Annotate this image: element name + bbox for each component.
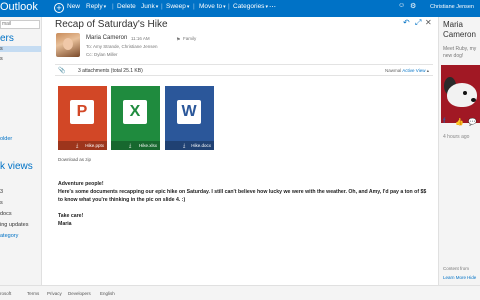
attachment-name: Hike.docx (165, 141, 214, 150)
excel-icon: X (123, 100, 147, 124)
new-folder-link[interactable]: older (0, 136, 12, 142)
download-as-zip-link[interactable]: Download as zip (58, 157, 91, 162)
view-item[interactable]: s (0, 200, 3, 206)
footer-privacy-link[interactable]: Privacy (47, 291, 62, 296)
chevron-down-icon: ▾ (155, 4, 159, 10)
footer-copyright: rosoft (0, 291, 12, 296)
left-navigation: mail ers s s older k views 3 s docs ing … (0, 17, 42, 300)
category-label[interactable]: Family (183, 36, 196, 41)
dog-head (447, 83, 477, 107)
comment-icon[interactable]: 💬 (468, 118, 477, 126)
content-source-label: Content from (443, 266, 470, 271)
user-name[interactable]: Christiane Jensen (430, 4, 474, 10)
attachment-tile-pptx[interactable]: P Hike.pptx ⤓ (58, 86, 107, 150)
new-icon[interactable]: + (54, 3, 64, 13)
app-brand[interactable]: Outlook (0, 1, 38, 13)
reply-label: Reply (86, 3, 103, 10)
new-category-link[interactable]: ategory (0, 233, 18, 239)
people-pane: Maria Cameron Meet Ruby, my new dog! f 👍 … (438, 17, 480, 285)
quick-views-heading[interactable]: k views (0, 161, 33, 172)
body-signature: Maria (58, 221, 72, 227)
footer: rosoft Terms Privacy Developers English (0, 285, 480, 300)
body-greeting: Adventure people! (58, 181, 104, 187)
top-command-bar: Outlook + New Reply▾ | Delete Junk▾ | Sw… (0, 0, 480, 17)
chat-icon[interactable]: ☺ (398, 2, 405, 9)
sender-name[interactable]: Maria Cameron (86, 35, 127, 41)
attachments-summary: 3 attachments (total 25.1 KB) (78, 68, 143, 74)
paperclip-icon: 📎 (58, 68, 66, 74)
dog-nose (471, 98, 476, 102)
hide-link[interactable]: Hide (467, 275, 476, 280)
search-input[interactable]: mail (0, 20, 40, 29)
word-icon: W (177, 100, 201, 124)
update-time: 4 hours ago (443, 134, 470, 140)
reply-icon[interactable]: ↶ (403, 18, 410, 27)
view-prefix: Nawmal (385, 68, 402, 73)
download-icon[interactable]: ⤓ (183, 143, 185, 149)
body-signoff: Take care! (58, 213, 84, 219)
junk-label: Junk (141, 3, 155, 10)
view-item-documents[interactable]: docs (0, 211, 12, 217)
facebook-icon[interactable]: f (443, 118, 445, 125)
social-update-text: Meet Ruby, my new dog! (443, 46, 477, 59)
attachments-bar: 📎 3 attachments (total 25.1 KB) Nawmal A… (55, 64, 433, 76)
message-time: 11:16 AM (131, 36, 150, 41)
active-view-link[interactable]: Active View (402, 68, 425, 73)
reply-button[interactable]: Reply▾ (86, 3, 106, 10)
view-switcher[interactable]: Nawmal Active View ▴ (385, 68, 429, 74)
social-update-photo[interactable] (441, 65, 480, 123)
flag-icon[interactable]: ⚑ (176, 37, 180, 43)
footer-terms-link[interactable]: Terms (27, 291, 39, 296)
like-icon[interactable]: 👍 (455, 118, 464, 126)
categories-button[interactable]: Categories▾ (233, 3, 268, 10)
separator: | (228, 3, 230, 10)
cc-recipients: Cc: Dylan Miller (86, 52, 118, 57)
folder-item[interactable]: s (0, 56, 3, 62)
expand-icon[interactable]: ⤢ (415, 18, 421, 28)
move-to-label: Move to (199, 3, 223, 10)
separator: | (161, 3, 163, 10)
new-button[interactable]: New (67, 3, 80, 10)
footer-developers-link[interactable]: Developers (68, 291, 91, 296)
delete-button[interactable]: Delete (117, 3, 136, 10)
contact-name[interactable]: Maria Cameron (443, 20, 476, 40)
message-subject: Recap of Saturday's Hike (55, 19, 168, 30)
dog-eye (463, 91, 467, 95)
learn-more-link[interactable]: Learn More (443, 275, 466, 280)
more-icon[interactable]: ⋯ (269, 3, 276, 11)
junk-button[interactable]: Junk▾ (141, 3, 158, 10)
attachment-tile-docx[interactable]: W Hike.docx ⤓ (165, 86, 214, 150)
download-icon[interactable]: ⤓ (129, 143, 131, 149)
chevron-down-icon: ▾ (186, 4, 190, 10)
chevron-down-icon: ▾ (265, 4, 268, 10)
to-recipients: To: Amy Strande, Christiane Jensen (86, 44, 158, 49)
gear-icon[interactable]: ⚙ (410, 2, 416, 10)
sender-avatar[interactable] (56, 33, 80, 57)
sweep-button[interactable]: Sweep▾ (166, 3, 189, 10)
chevron-down-icon: ▾ (103, 4, 107, 10)
sweep-label: Sweep (166, 3, 186, 10)
attachment-name: Hike.xlsx (111, 141, 160, 150)
folders-heading[interactable]: ers (0, 33, 14, 44)
attachment-tile-xlsx[interactable]: X Hike.xlsx ⤓ (111, 86, 160, 150)
view-item[interactable]: 3 (0, 189, 3, 195)
close-icon[interactable]: ✕ (425, 18, 432, 27)
move-to-button[interactable]: Move to▾ (199, 3, 226, 10)
body-paragraph: Here's some documents recapping our epic… (58, 189, 427, 203)
separator: | (112, 3, 114, 10)
contact-first-name: Maria (443, 20, 464, 29)
categories-label: Categories (233, 3, 265, 10)
attachment-name: Hike.pptx (58, 141, 107, 150)
footer-language-link[interactable]: English (100, 291, 115, 296)
powerpoint-icon: P (70, 100, 94, 124)
separator: | (193, 3, 195, 10)
avatar-face (63, 38, 73, 50)
download-icon[interactable]: ⤓ (76, 143, 78, 149)
folder-item-inbox[interactable]: s (0, 46, 41, 52)
chevron-down-icon: ▾ (223, 4, 226, 10)
view-item-shipping-updates[interactable]: ing updates (0, 222, 28, 228)
contact-last-name: Cameron (443, 30, 476, 39)
